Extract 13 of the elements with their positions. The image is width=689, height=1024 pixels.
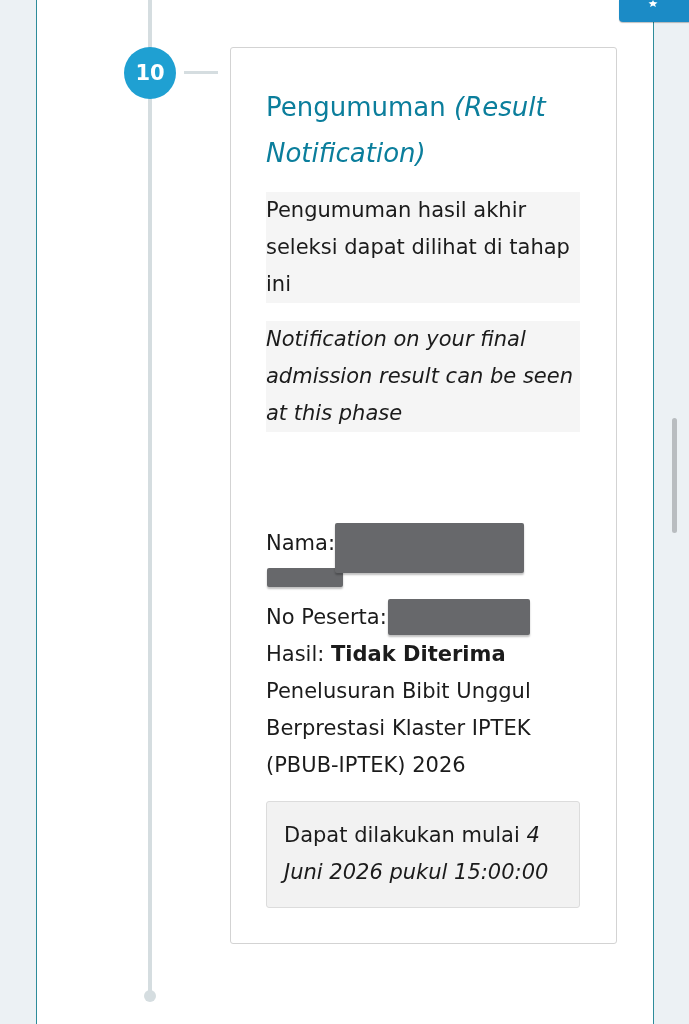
floating-button[interactable] [619, 0, 689, 22]
step-title: Pengumuman (Result Notification) [266, 91, 548, 170]
program-name: Penelusuran Bibit Unggul Berprestasi Klaster IPTEK (PBUB-IPTEK) 2026 [266, 678, 532, 779]
result-text: Hasil: Tidak Diterima [266, 641, 507, 668]
name-label: Nama: [266, 530, 335, 557]
star-icon [648, 0, 658, 7]
timeline-end-icon [144, 990, 156, 1002]
schedule-notice: Dapat dilakukan mulai 4 Juni 2026 pukul 15:00:00 [266, 801, 580, 908]
step-description: Pengumuman hasil akhir seleksi dapat dilihat di tahap ini [266, 192, 580, 303]
step-number: 10 [124, 47, 176, 99]
step-description-translation: Notification on your final admission result can be seen at this phase [266, 321, 580, 432]
participant-number-label: No Peserta: [266, 604, 387, 631]
scrollbar-thumb[interactable] [672, 418, 677, 533]
